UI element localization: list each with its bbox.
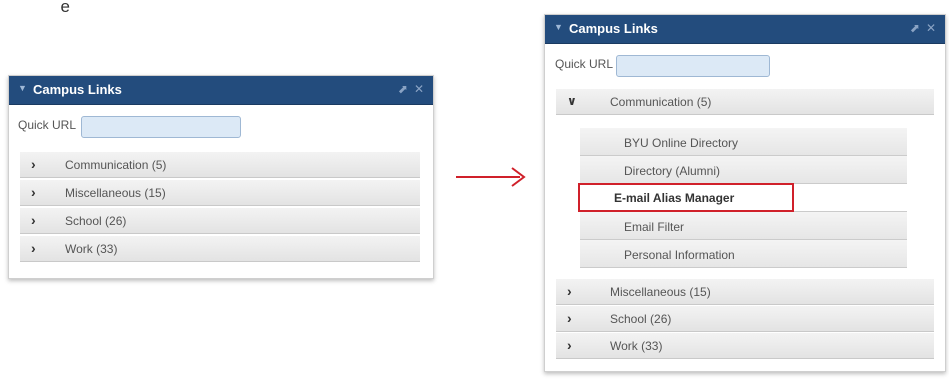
chevron-right-icon: › — [567, 310, 572, 326]
chevron-right-icon: › — [31, 184, 36, 200]
link-label: E-mail Alias Manager — [614, 191, 735, 205]
category-label: Miscellaneous (15) — [65, 186, 166, 200]
category-label: Communication (5) — [610, 95, 712, 109]
widget-title-bar[interactable]: ▼ Campus Links ⬈ ✕ — [9, 76, 433, 105]
link-email-alias-manager[interactable]: E-mail Alias Manager — [578, 183, 794, 212]
category-label: Work (33) — [610, 339, 663, 353]
category-school[interactable]: › School (26) — [556, 306, 934, 332]
right-arrow-icon — [456, 167, 526, 187]
link-email-filter[interactable]: Email Filter — [580, 212, 907, 240]
category-label: Work (33) — [65, 242, 118, 256]
link-label: BYU Online Directory — [624, 136, 739, 150]
close-icon[interactable]: ✕ — [926, 21, 936, 35]
triangle-down-icon[interactable]: ▼ — [18, 83, 27, 93]
campus-links-widget-collapsed: ▼ Campus Links ⬈ ✕ Quick URL › Communica… — [8, 75, 434, 279]
chevron-right-icon: › — [31, 212, 36, 228]
campus-links-widget-expanded: ▼ Campus Links ⬈ ✕ Quick URL ∨ Communica… — [544, 14, 946, 372]
quick-url-label: Quick URL — [18, 118, 77, 132]
category-work[interactable]: › Work (33) — [556, 333, 934, 359]
popout-icon[interactable]: ⬈ — [398, 82, 408, 96]
widget-title: Campus Links — [569, 21, 658, 36]
category-communication-expanded[interactable]: ∨ Communication (5) — [556, 89, 934, 115]
category-communication[interactable]: › Communication (5) — [20, 152, 420, 178]
chevron-right-icon: › — [31, 240, 36, 256]
link-label: Personal Information — [624, 248, 735, 262]
category-miscellaneous[interactable]: › Miscellaneous (15) — [556, 279, 934, 305]
link-label: Directory (Alumni) — [624, 164, 721, 178]
chevron-right-icon: › — [567, 283, 572, 299]
category-label: School (26) — [610, 312, 672, 326]
quick-url-input[interactable] — [81, 116, 241, 138]
widget-title: Campus Links — [33, 82, 122, 97]
close-icon[interactable]: ✕ — [414, 82, 424, 96]
link-byu-online-directory[interactable]: BYU Online Directory — [580, 128, 907, 156]
category-work[interactable]: › Work (33) — [20, 236, 420, 262]
quick-url-label: Quick URL — [555, 57, 614, 71]
category-school[interactable]: › School (26) — [20, 208, 420, 234]
category-label: School (26) — [65, 214, 127, 228]
category-label: Communication (5) — [65, 158, 167, 172]
link-label: Email Filter — [624, 220, 685, 234]
link-directory-alumni[interactable]: Directory (Alumni) — [580, 156, 907, 184]
quick-url-input[interactable] — [616, 55, 770, 77]
widget-title-bar[interactable]: ▼ Campus Links ⬈ ✕ — [545, 15, 945, 44]
category-miscellaneous[interactable]: › Miscellaneous (15) — [20, 180, 420, 206]
chevron-down-icon: ∨ — [567, 94, 577, 108]
chevron-right-icon: › — [31, 156, 36, 172]
chevron-right-icon: › — [567, 337, 572, 353]
highlight-row-fill — [794, 184, 907, 212]
category-label: Miscellaneous (15) — [610, 285, 711, 299]
triangle-down-icon[interactable]: ▼ — [554, 22, 563, 32]
link-personal-information[interactable]: Personal Information — [580, 240, 907, 268]
cropped-heading: e — [60, 0, 70, 15]
popout-icon[interactable]: ⬈ — [910, 21, 920, 35]
